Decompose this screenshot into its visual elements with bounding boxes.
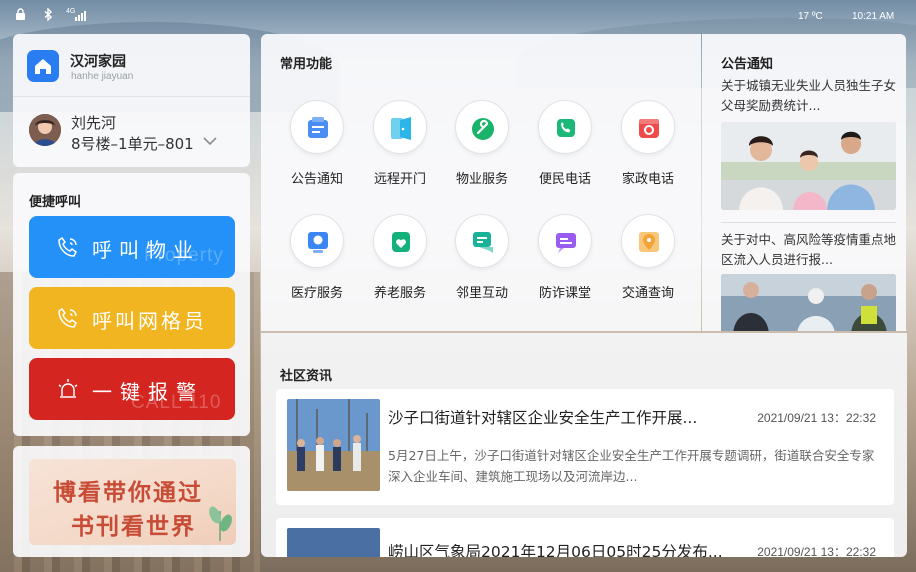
temperature: 17 ºC (798, 11, 823, 22)
function-anti-fraud-class-label: 防诈课堂 (538, 286, 591, 301)
function-elderly-care-label: 养老服务 (373, 286, 426, 301)
function-property-service[interactable]: 物业服务 (447, 100, 517, 187)
function-medical[interactable]: 医疗服务 (282, 214, 352, 301)
function-housekeeping[interactable]: 家政电话 (613, 100, 683, 187)
phone-icon (58, 236, 77, 257)
call-grid-worker-button[interactable]: 呼叫网格员 (29, 287, 235, 349)
notice-title: 公告通知 (721, 57, 774, 72)
heart-icon (392, 232, 410, 252)
news-item[interactable]: 崂山区气象局2021年12月06日05时25分发布... 2021/09/21 … (276, 518, 894, 557)
news-thumbnail (287, 399, 380, 491)
news-item-title: 沙子口街道针对辖区企业安全生产工作开展... (388, 409, 698, 427)
home-icon (27, 50, 59, 82)
news-thumbnail (287, 528, 380, 557)
banner-line-2: 书刊看世界 (71, 513, 196, 540)
function-neighbor-interaction-label: 邻里互动 (455, 286, 508, 301)
avatar[interactable] (29, 114, 61, 146)
home-card: 汉河家园 hanhe jiayuan 刘先河 8号楼–1单元–801 (13, 34, 250, 167)
emergency-alarm-button[interactable]: 一键报警 CALL 110 (29, 358, 235, 420)
notice-icon (308, 117, 328, 138)
status-bar: 4G 17 ºC 10:21 AM (0, 0, 916, 32)
alarm-icon (58, 379, 78, 398)
function-traffic-query[interactable]: 交通查询 (613, 214, 683, 301)
notice-divider (721, 222, 896, 223)
function-convenience-phone-label: 便民电话 (538, 172, 591, 187)
call-property-button[interactable]: 呼叫物业 Property (29, 216, 235, 278)
news-item-date: 2021/09/21 13：22:32 (757, 545, 876, 557)
news-title: 社区资讯 (280, 369, 333, 384)
functions-title: 常用功能 (280, 57, 333, 72)
news-item-date: 2021/09/21 13：22:32 (757, 411, 876, 425)
banner-image: 博看带你通过 书刊看世界 (29, 459, 236, 545)
phone-icon (58, 307, 77, 328)
door-icon (391, 117, 411, 140)
bluetooth-icon (44, 8, 53, 21)
function-notice[interactable]: 公告通知 (282, 100, 352, 187)
emergency-alarm-watermark: CALL 110 (131, 392, 222, 413)
wrench-icon (472, 118, 494, 140)
divider (13, 96, 250, 97)
call-grid-worker-label: 呼叫网格员 (92, 309, 207, 333)
notice-item-1[interactable]: 关于城镇无业失业人员独生子女父母奖励费统计... (721, 76, 897, 116)
community-news-panel: 社区资讯 沙子口街道针对辖区企业安全生产工作开展... 2021/09/21 1… (261, 333, 907, 557)
banner-line-1: 博看带你通过 (53, 479, 203, 506)
function-anti-fraud-class[interactable]: 防诈课堂 (530, 214, 600, 301)
signal-4g-icon: 4G (66, 8, 86, 21)
function-traffic-query-label: 交通查询 (621, 286, 674, 301)
function-remote-door[interactable]: 远程开门 (365, 100, 435, 187)
notice-image-checkpoint[interactable] (721, 274, 896, 331)
reading-banner[interactable]: 博看带你通过 书刊看世界 (13, 446, 250, 557)
phone-icon (557, 119, 575, 137)
lock-icon (16, 8, 25, 20)
function-convenience-phone[interactable]: 便民电话 (530, 100, 600, 187)
community-subtitle: hanhe jiayuan (71, 71, 134, 82)
common-functions-panel: 常用功能 公告通知 远程开门 物业服务 便民电话 家政电话 医疗服务 养老服务 … (261, 34, 701, 331)
notice-image-family[interactable] (721, 122, 896, 210)
notice-panel: 公告通知 关于城镇无业失业人员独生子女父母奖励费统计... 关于对中、高风险等疫… (702, 34, 906, 331)
function-elderly-care[interactable]: 养老服务 (365, 214, 435, 301)
user-name: 刘先河 (71, 114, 117, 132)
map-pin-icon (639, 232, 659, 252)
notice-item-2[interactable]: 关于对中、高风险等疫情重点地区流入人员进行报... (721, 230, 897, 270)
function-notice-label: 公告通知 (290, 172, 343, 187)
leaf-icon (209, 506, 232, 541)
function-neighbor-interaction[interactable]: 邻里互动 (447, 214, 517, 301)
news-item[interactable]: 沙子口街道针对辖区企业安全生产工作开展... 2021/09/21 13：22:… (276, 389, 894, 505)
function-remote-door-label: 远程开门 (373, 172, 426, 187)
svg-text:4G: 4G (66, 8, 75, 15)
news-item-title: 崂山区气象局2021年12月06日05时25分发布... (388, 543, 723, 557)
user-address[interactable]: 8号楼–1单元–801 (71, 133, 194, 154)
function-medical-label: 医疗服务 (290, 286, 343, 301)
clock: 10:21 AM (852, 11, 895, 22)
quick-call-title: 便捷呼叫 (29, 195, 82, 210)
call-property-watermark: Property (144, 245, 224, 266)
chevron-down-icon[interactable] (203, 136, 217, 146)
housekeeping-icon (639, 119, 659, 138)
function-property-service-label: 物业服务 (455, 172, 508, 187)
quick-call-panel: 便捷呼叫 呼叫物业 Property 呼叫网格员 一键报警 CALL 110 (13, 173, 250, 436)
news-item-desc: 5月27日上午，沙子口街道针对辖区企业安全生产工作开展专题调研，街道联合安全专家… (388, 448, 875, 484)
community-name: 汉河家园 (70, 54, 126, 70)
chat-icon (473, 232, 493, 253)
classroom-icon (556, 233, 576, 253)
function-housekeeping-label: 家政电话 (621, 172, 674, 187)
medical-icon (308, 232, 328, 253)
